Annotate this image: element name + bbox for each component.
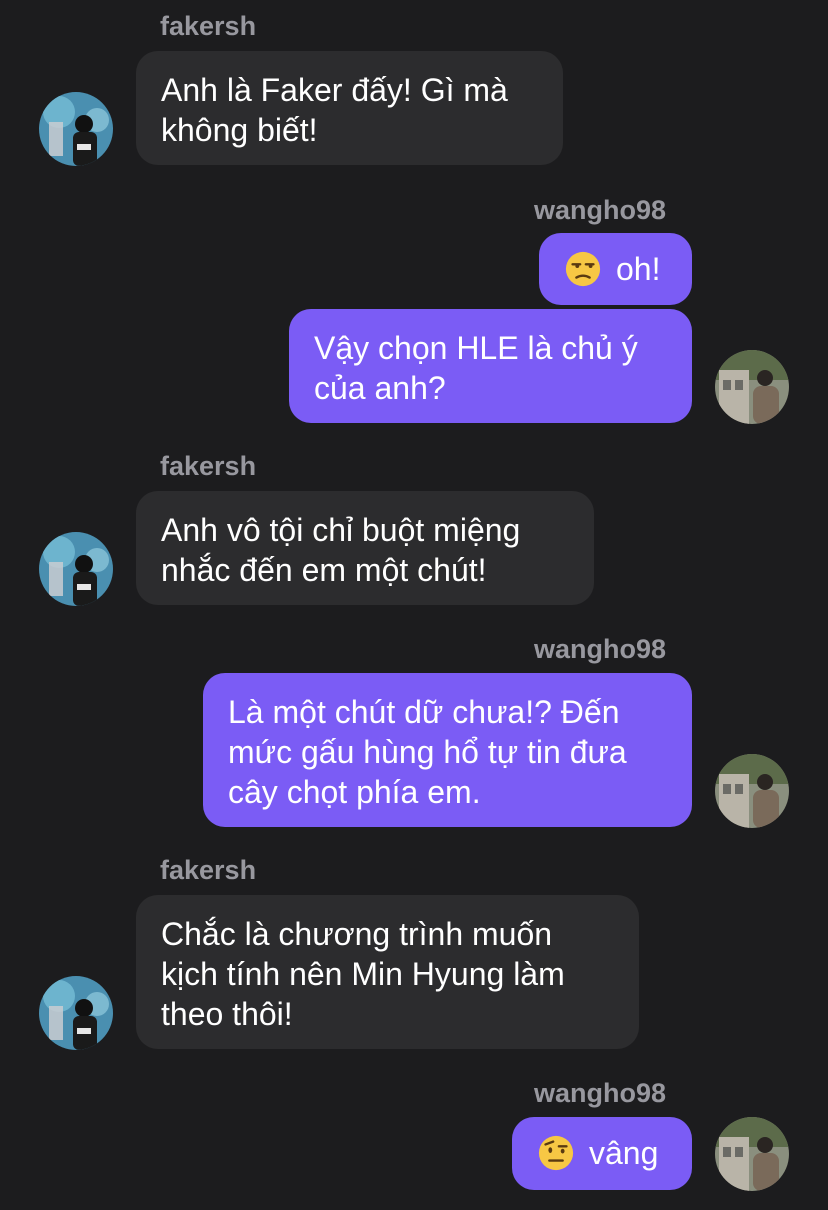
message-bubble-incoming[interactable]: Anh vô tội chỉ buột miệng nhắc đến em mộ… (136, 491, 594, 605)
message-bubble-incoming[interactable]: Chắc là chương trình muốn kịch tính nên … (136, 895, 639, 1049)
sender-name: wangho98 (533, 634, 666, 664)
message-text: của anh? (314, 370, 446, 406)
message-bubble-outgoing[interactable]: Vậy chọn HLE là chủ ý của anh? (289, 309, 692, 423)
unamused-face-icon (565, 251, 601, 287)
sender-name: fakersh (160, 451, 257, 481)
message-text: vâng (589, 1135, 659, 1171)
message-text: không biết! (161, 112, 318, 148)
message-text: oh! (616, 251, 661, 287)
message-text: theo thôi! (161, 996, 293, 1032)
avatar-wangho98[interactable] (715, 350, 789, 424)
sender-name: wangho98 (533, 1078, 666, 1108)
message-text: Vậy chọn HLE là chủ ý (314, 330, 638, 366)
message-text: Anh vô tội chỉ buột miệng (161, 512, 521, 548)
message-text: kịch tính nên Min Hyung làm (161, 956, 565, 992)
sender-name: wangho98 (533, 195, 666, 225)
message-bubble-outgoing[interactable]: Là một chút dữ chưa!? Đến mức gấu hùng h… (203, 673, 692, 827)
message-bubble-outgoing[interactable]: vâng (512, 1117, 692, 1190)
message-text: Chắc là chương trình muốn (161, 916, 553, 952)
sender-name: fakersh (160, 11, 257, 41)
avatar-fakersh[interactable] (39, 92, 113, 166)
face-with-raised-eyebrow-icon (538, 1135, 574, 1171)
avatar-wangho98[interactable] (715, 754, 789, 828)
chat-thread[interactable]: fakersh Anh là Faker đấy! Gì mà không bi… (0, 0, 828, 1210)
avatar-fakersh[interactable] (39, 532, 113, 606)
avatar-fakersh[interactable] (39, 976, 113, 1050)
message-text: mức gấu hùng hổ tự tin đưa (228, 734, 627, 770)
message-text: nhắc đến em một chút! (161, 552, 487, 588)
message-bubble-outgoing[interactable]: oh! (539, 233, 692, 305)
message-bubble-incoming[interactable]: Anh là Faker đấy! Gì mà không biết! (136, 51, 563, 165)
message-text: Anh là Faker đấy! Gì mà (161, 72, 508, 108)
message-text: Là một chút dữ chưa!? Đến (228, 694, 620, 730)
sender-name: fakersh (160, 855, 257, 885)
avatar-wangho98[interactable] (715, 1117, 789, 1191)
message-text: cây chọt phía em. (228, 774, 481, 810)
